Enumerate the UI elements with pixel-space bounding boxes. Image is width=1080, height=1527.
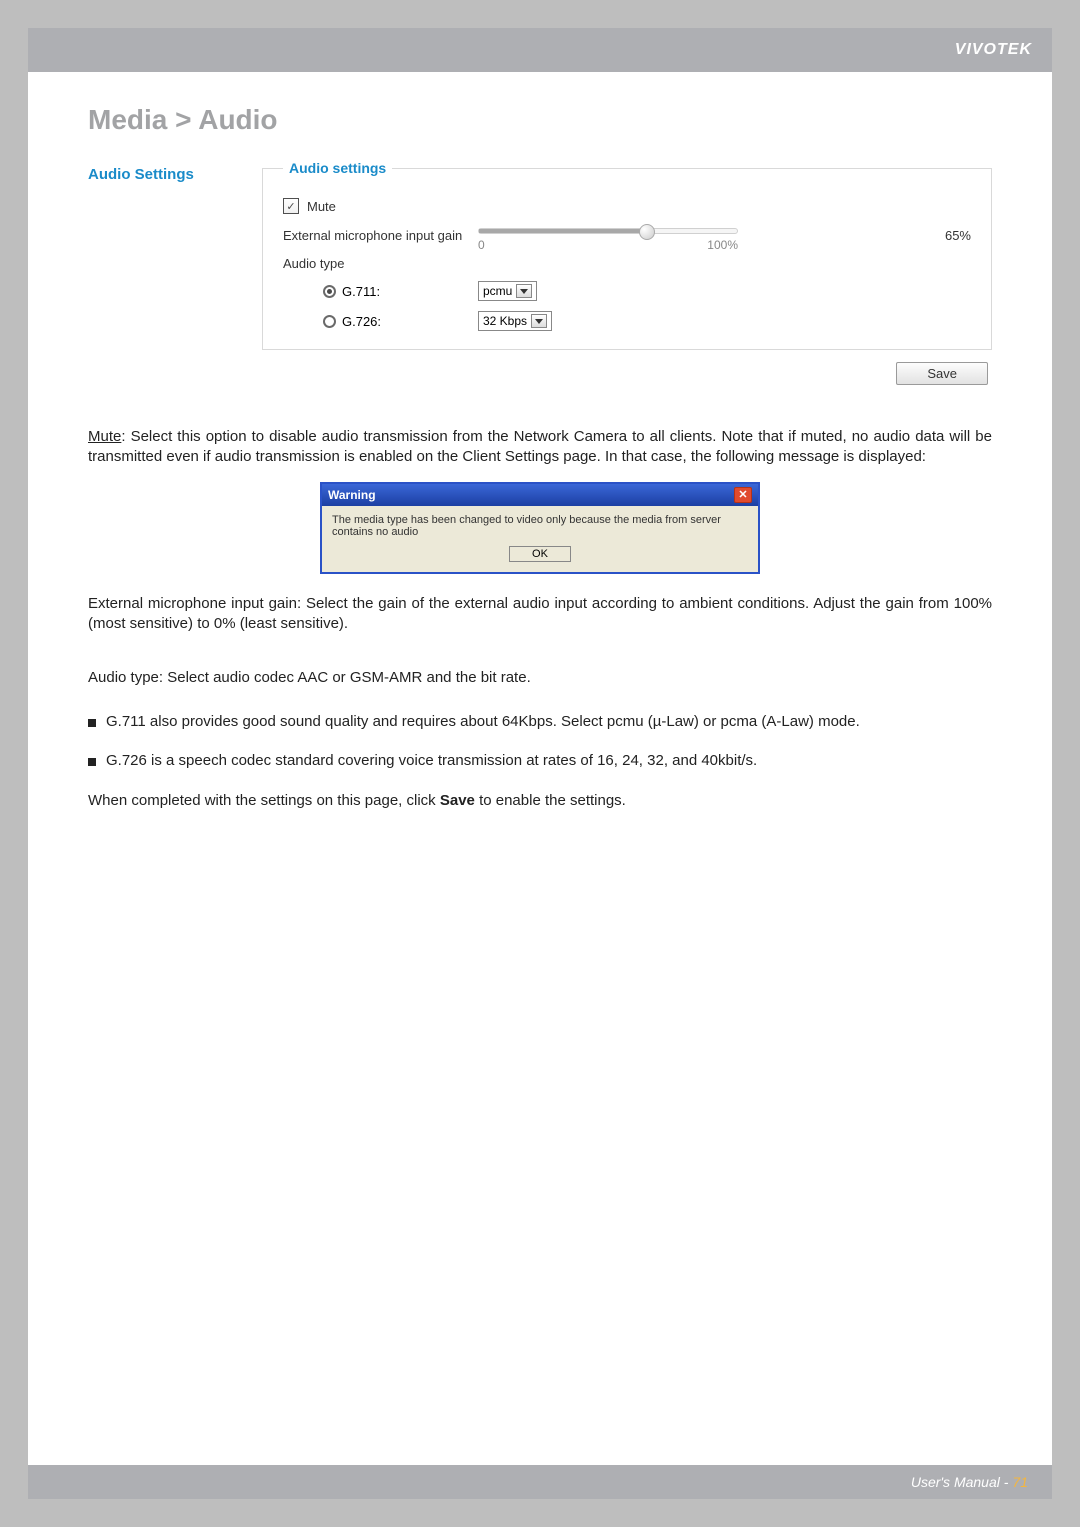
audio-type-label: Audio type bbox=[283, 256, 344, 271]
audio-type-term: Audio type bbox=[88, 669, 159, 686]
breadcrumb: Media > Audio bbox=[88, 104, 992, 136]
dialog-title: Warning bbox=[328, 488, 376, 502]
g726-label: G.726: bbox=[342, 314, 381, 329]
bullet-g711: G.711 also provides good sound quality a… bbox=[88, 712, 992, 732]
gain-slider[interactable] bbox=[478, 228, 738, 234]
g711-label: G.711: bbox=[342, 284, 380, 299]
g726-select-caret[interactable] bbox=[531, 314, 547, 328]
save-button[interactable]: Save bbox=[896, 362, 988, 385]
radio-g711[interactable] bbox=[323, 285, 336, 298]
footer-bar: User's Manual - 71 bbox=[28, 1465, 1052, 1499]
gain-max: 100% bbox=[707, 238, 738, 252]
chevron-down-icon bbox=[520, 289, 528, 294]
chevron-down-icon bbox=[535, 319, 543, 324]
footer-label: User's Manual - bbox=[911, 1474, 1009, 1490]
mute-term: Mute bbox=[88, 428, 121, 445]
g711-select-caret[interactable] bbox=[516, 284, 532, 298]
bullet-icon bbox=[88, 719, 96, 727]
audio-type-description: Audio type: Select audio codec AAC or GS… bbox=[88, 668, 992, 688]
section-side-label: Audio Settings bbox=[88, 160, 238, 385]
header-bar: VIVOTEK bbox=[28, 28, 1052, 72]
mute-label: Mute bbox=[307, 199, 336, 214]
bullet-icon bbox=[88, 758, 96, 766]
mute-description: Mute: Select this option to disable audi… bbox=[88, 427, 992, 468]
bullet-g726: G.726 is a speech codec standard coverin… bbox=[88, 751, 992, 771]
dialog-ok-button[interactable]: OK bbox=[509, 546, 571, 562]
page-number: 71 bbox=[1012, 1474, 1028, 1490]
dialog-message: The media type has been changed to video… bbox=[322, 506, 758, 546]
gain-min: 0 bbox=[478, 238, 485, 252]
audio-settings-fieldset: Audio settings ✓ Mute External microphon… bbox=[262, 160, 992, 350]
g711-select[interactable]: pcmu bbox=[478, 281, 537, 301]
gain-value: 65% bbox=[921, 228, 971, 243]
gain-description: External microphone input gain: Select t… bbox=[88, 594, 992, 635]
mute-checkbox[interactable]: ✓ bbox=[283, 198, 299, 214]
g711-select-value: pcmu bbox=[483, 284, 512, 298]
gain-term: External microphone input gain bbox=[88, 595, 297, 612]
g726-select[interactable]: 32 Kbps bbox=[478, 311, 552, 331]
gain-slider-fill bbox=[479, 229, 647, 233]
gain-label: External microphone input gain bbox=[283, 228, 478, 243]
gain-slider-thumb[interactable] bbox=[639, 224, 655, 240]
closing-text: When completed with the settings on this… bbox=[88, 791, 992, 811]
close-icon[interactable]: ✕ bbox=[734, 487, 752, 503]
brand-label: VIVOTEK bbox=[955, 41, 1032, 59]
warning-dialog: Warning ✕ The media type has been change… bbox=[320, 482, 760, 574]
fieldset-legend: Audio settings bbox=[283, 160, 392, 176]
radio-g726[interactable] bbox=[323, 315, 336, 328]
g726-select-value: 32 Kbps bbox=[483, 314, 527, 328]
